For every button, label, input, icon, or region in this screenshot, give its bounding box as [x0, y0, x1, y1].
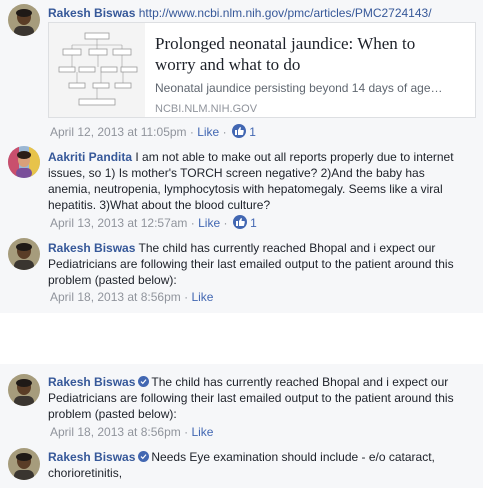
- preview-description: Neonatal jaundice persisting beyond 14 d…: [155, 81, 443, 95]
- avatar-rakesh[interactable]: [8, 374, 40, 406]
- comment-text: hepatitis. 3)What about the blood cultur…: [48, 198, 271, 212]
- comment-text: Pediatricians are following their last e…: [48, 391, 454, 405]
- comment-text: anemia, neutropenia, lymphocytosis with …: [48, 182, 443, 196]
- like-button[interactable]: Like: [191, 425, 213, 439]
- timestamp[interactable]: April 18, 2013 at 8:56pm: [50, 425, 181, 439]
- comment-text: Pediatricians are following their last e…: [48, 257, 454, 271]
- like-count[interactable]: 1: [250, 216, 257, 230]
- avatar-rakesh[interactable]: [8, 238, 40, 270]
- like-count[interactable]: 1: [249, 125, 256, 139]
- comment-text: chorioretinitis,: [48, 466, 123, 480]
- preview-text: Prolonged neonatal jaundice: When to wor…: [145, 23, 453, 117]
- comment-3: Rakesh Biswas The child has currently re…: [48, 240, 476, 288]
- article-link[interactable]: http://www.ncbi.nlm.nih.gov/pmc/articles…: [139, 6, 432, 20]
- comment-text: problem (pasted below):: [48, 407, 177, 421]
- comment-3-meta: April 18, 2013 at 8:56pm · Like: [50, 290, 478, 304]
- separator: ·: [180, 425, 192, 439]
- like-button[interactable]: Like: [197, 125, 219, 139]
- like-thumb-icon[interactable]: [232, 215, 247, 229]
- avatar-rakesh[interactable]: [8, 448, 40, 480]
- timestamp[interactable]: April 18, 2013 at 8:56pm: [50, 290, 181, 304]
- like-button[interactable]: Like: [191, 290, 213, 304]
- comment-1: Rakesh Biswas http://www.ncbi.nlm.nih.go…: [48, 6, 476, 20]
- avatar-aakriti[interactable]: [8, 146, 40, 178]
- comment-text: issues, so 1) Is mother's TORCH screen n…: [48, 166, 425, 180]
- comment-text: Needs Eye examination should include - e…: [151, 450, 435, 464]
- comment-5: Rakesh Biswas Needs Eye examination shoul…: [48, 449, 476, 481]
- comment-2: Aakriti Pandita I am not able to make ou…: [48, 149, 476, 213]
- like-button[interactable]: Like: [198, 216, 220, 230]
- link-preview-card[interactable]: Prolonged neonatal jaundice: When to wor…: [48, 22, 476, 118]
- separator: ·: [186, 125, 198, 139]
- separator: ·: [220, 216, 231, 230]
- separator: ·: [180, 290, 192, 304]
- like-thumb-icon[interactable]: [231, 124, 246, 138]
- comment-text: I am not able to make out all reports pr…: [135, 150, 454, 164]
- avatar-rakesh[interactable]: [8, 4, 40, 36]
- verified-badge-icon: [138, 376, 150, 387]
- preview-title-line: worry and what to do: [155, 55, 301, 74]
- comment-author[interactable]: Rakesh Biswas: [48, 6, 135, 20]
- comment-text: problem (pasted below):: [48, 273, 177, 287]
- preview-thumbnail: [49, 23, 145, 117]
- comment-thread-top: Rakesh Biswas http://www.ncbi.nlm.nih.go…: [0, 0, 483, 313]
- separator: ·: [187, 216, 199, 230]
- comment-author[interactable]: Rakesh Biswas: [48, 375, 135, 389]
- comment-thread-bottom: Rakesh Biswas The child has currently rea…: [0, 364, 483, 488]
- comment-4-meta: April 18, 2013 at 8:56pm · Like: [50, 425, 478, 439]
- separator: ·: [219, 125, 230, 139]
- preview-title-line: Prolonged neonatal jaundice: When to: [155, 34, 416, 53]
- comment-4: Rakesh Biswas The child has currently rea…: [48, 374, 476, 422]
- comment-text: The child has currently reached Bhopal a…: [138, 241, 436, 255]
- timestamp[interactable]: April 12, 2013 at 11:05pm: [50, 125, 187, 139]
- comment-text: The child has currently reached Bhopal a…: [151, 375, 449, 389]
- comment-2-meta: April 13, 2013 at 12:57am · Like · 1: [50, 215, 478, 230]
- timestamp[interactable]: April 13, 2013 at 12:57am: [50, 216, 187, 230]
- comment-1-meta: April 12, 2013 at 11:05pm · Like · 1: [50, 124, 478, 139]
- preview-title[interactable]: Prolonged neonatal jaundice: When to wor…: [155, 33, 443, 75]
- comment-author[interactable]: Rakesh Biswas: [48, 450, 135, 464]
- comment-author[interactable]: Rakesh Biswas: [48, 241, 135, 255]
- comment-author[interactable]: Aakriti Pandita: [48, 150, 132, 164]
- preview-site: NCBI.NLM.NIH.GOV: [155, 103, 258, 115]
- verified-badge-icon: [138, 451, 150, 462]
